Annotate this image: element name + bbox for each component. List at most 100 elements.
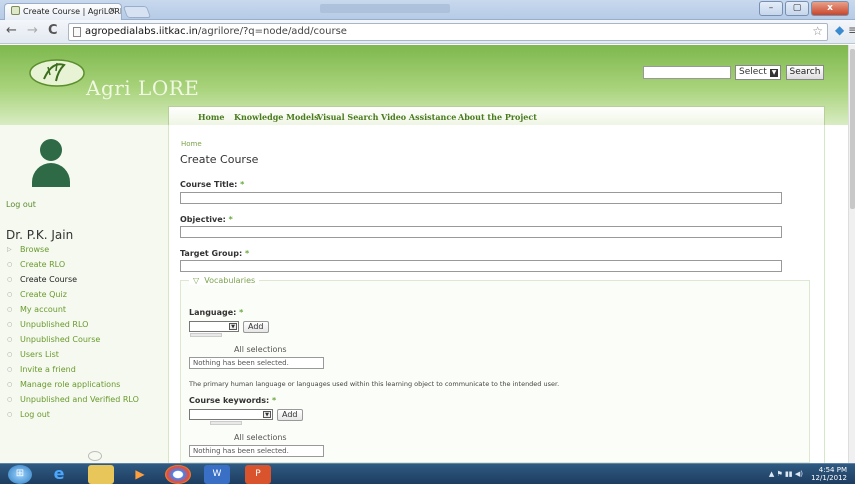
- sidebar-item-logout[interactable]: Log out: [6, 410, 166, 420]
- keywords-selection-list: Nothing has been selected.: [189, 445, 324, 457]
- vocabularies-legend[interactable]: ▽ Vocabularies: [189, 276, 260, 285]
- nav-home[interactable]: Home: [198, 112, 224, 122]
- chrome-icon[interactable]: [165, 465, 191, 484]
- clock-time: 4:54 PM: [818, 466, 847, 474]
- browser-tab[interactable]: Create Course | AgriLORE ×: [4, 3, 122, 20]
- tab-close-icon[interactable]: ×: [108, 6, 116, 16]
- resize-grip[interactable]: [190, 333, 222, 337]
- objective-input[interactable]: [180, 226, 782, 238]
- page-scrollbar[interactable]: [848, 45, 855, 463]
- media-player-icon[interactable]: ▶: [128, 465, 152, 484]
- sidebar-item-unpublished-course[interactable]: Unpublished Course: [6, 335, 166, 345]
- page-icon: [73, 27, 81, 37]
- address-bar[interactable]: agropedialabs.iitkac.in/agrilore/?q=node…: [68, 23, 828, 41]
- search-type-select[interactable]: Select ▼: [735, 65, 781, 80]
- language-label: Language: *: [189, 308, 243, 317]
- logout-link-top[interactable]: Log out: [6, 200, 36, 209]
- nav-knowledge-models[interactable]: Knowledge Models: [234, 112, 319, 122]
- objective-label: Objective: *: [180, 215, 233, 224]
- target-group-input[interactable]: [180, 260, 782, 272]
- sidebar-item-invite-friend[interactable]: Invite a friend: [6, 365, 166, 375]
- new-tab-button[interactable]: [122, 6, 152, 18]
- course-title-label-text: Course Title:: [180, 180, 238, 189]
- sidebar-item-create-quiz[interactable]: Create Quiz: [6, 290, 166, 300]
- clock-date: 12/1/2012: [811, 474, 847, 482]
- web-page: Agri LORE Select ▼ Search Home Knowledge …: [0, 45, 855, 463]
- required-mark: *: [228, 215, 233, 224]
- favicon-icon: [11, 6, 20, 15]
- keywords-select[interactable]: ▼: [189, 409, 273, 420]
- page-title: Create Course: [180, 153, 259, 166]
- sidebar-menu: Browse Create RLO Create Course Create Q…: [6, 245, 166, 425]
- target-group-label-text: Target Group:: [180, 249, 243, 258]
- sidebar-item-create-rlo[interactable]: Create RLO: [6, 260, 166, 270]
- bookmark-star-icon[interactable]: ☆: [812, 24, 823, 38]
- search-button[interactable]: Search: [786, 65, 824, 80]
- avatar-body: [32, 163, 70, 187]
- language-description: The primary human language or languages …: [189, 380, 560, 388]
- target-group-label: Target Group: *: [180, 249, 249, 258]
- sidebar-item-my-account[interactable]: My account: [6, 305, 166, 315]
- browser-toolbar: ← → C agropedialabs.iitkac.in/agrilore/?…: [0, 20, 855, 44]
- close-window-button[interactable]: x: [811, 1, 849, 16]
- sidebar-item-users-list[interactable]: Users List: [6, 350, 166, 360]
- nav-about-project[interactable]: About the Project: [458, 112, 537, 122]
- reload-button[interactable]: C: [48, 24, 58, 38]
- vocabularies-fieldset: ▽ Vocabularies Language: * ▼ Add All sel…: [180, 276, 810, 463]
- chevron-down-icon: ▼: [229, 323, 237, 330]
- tab-title: Create Course | AgriLORE: [23, 7, 122, 16]
- main-nav: Home Knowledge Models Visual Search Vide…: [168, 106, 825, 126]
- required-mark: *: [239, 308, 244, 317]
- nav-video-assistance[interactable]: Video Assistance: [381, 112, 456, 122]
- collapse-toggle-icon: ▽: [193, 276, 200, 285]
- sidebar-item-manage-role[interactable]: Manage role applications: [6, 380, 166, 390]
- extension-icon[interactable]: ◆: [835, 23, 844, 37]
- language-add-button[interactable]: Add: [243, 321, 269, 333]
- course-title-input[interactable]: [180, 192, 782, 204]
- folder-icon[interactable]: [88, 465, 114, 484]
- language-select[interactable]: ▼: [189, 321, 239, 332]
- required-mark: *: [244, 249, 250, 258]
- menu-icon[interactable]: ≡: [848, 23, 855, 37]
- chat-icon[interactable]: [88, 451, 102, 461]
- minimize-button[interactable]: –: [759, 1, 783, 16]
- course-title-label: Course Title: *: [180, 180, 244, 189]
- user-name: Dr. P.K. Jain: [6, 228, 74, 242]
- objective-label-text: Objective:: [180, 215, 226, 224]
- powerpoint-icon[interactable]: P: [245, 465, 271, 484]
- sidebar-item-browse[interactable]: Browse: [6, 245, 166, 255]
- sidebar-item-create-course[interactable]: Create Course: [6, 275, 166, 285]
- language-label-text: Language:: [189, 308, 237, 317]
- chevron-down-icon: ▼: [770, 69, 778, 77]
- sidebar-item-unpublished-rlo[interactable]: Unpublished RLO: [6, 320, 166, 330]
- required-mark: *: [272, 396, 277, 405]
- internet-explorer-icon[interactable]: e: [45, 465, 73, 484]
- clock[interactable]: 4:54 PM 12/1/2012: [811, 466, 847, 482]
- keywords-label-text: Course keywords:: [189, 396, 270, 405]
- site-search-input[interactable]: [643, 66, 731, 79]
- word-icon[interactable]: W: [204, 465, 230, 484]
- keywords-add-button[interactable]: Add: [277, 409, 303, 421]
- avatar: [40, 139, 62, 161]
- breadcrumb[interactable]: Home: [181, 140, 202, 148]
- keywords-label: Course keywords: *: [189, 396, 276, 405]
- maximize-button[interactable]: ▢: [785, 1, 809, 16]
- system-tray-icons[interactable]: ▲ ⚑ ▮▮ ◀): [769, 470, 803, 478]
- language-all-selections: All selections: [234, 345, 287, 354]
- start-button[interactable]: ⊞: [8, 465, 32, 484]
- nav-visual-search[interactable]: Visual Search: [317, 112, 378, 122]
- sidebar-item-unpublished-verified-rlo[interactable]: Unpublished and Verified RLO: [6, 395, 166, 405]
- windows-taskbar: ⊞ e ▶ W P ▲ ⚑ ▮▮ ◀) 4:54 PM 12/1/2012: [0, 463, 855, 484]
- forward-button[interactable]: →: [27, 24, 38, 38]
- logo-text: Agri LORE: [86, 76, 200, 100]
- url-domain: agropedialabs.iitkac.in: [85, 26, 198, 37]
- browser-titlebar: Create Course | AgriLORE × – ▢ x: [0, 0, 855, 20]
- keywords-all-selections: All selections: [234, 433, 287, 442]
- vocabularies-legend-text: Vocabularies: [204, 276, 256, 285]
- back-button[interactable]: ←: [6, 24, 17, 38]
- url-path: /agrilore/?q=node/add/course: [197, 26, 347, 37]
- scrollbar-thumb[interactable]: [850, 49, 855, 209]
- window-title: [320, 4, 450, 13]
- select-label: Select: [739, 67, 767, 77]
- resize-grip[interactable]: [210, 421, 242, 425]
